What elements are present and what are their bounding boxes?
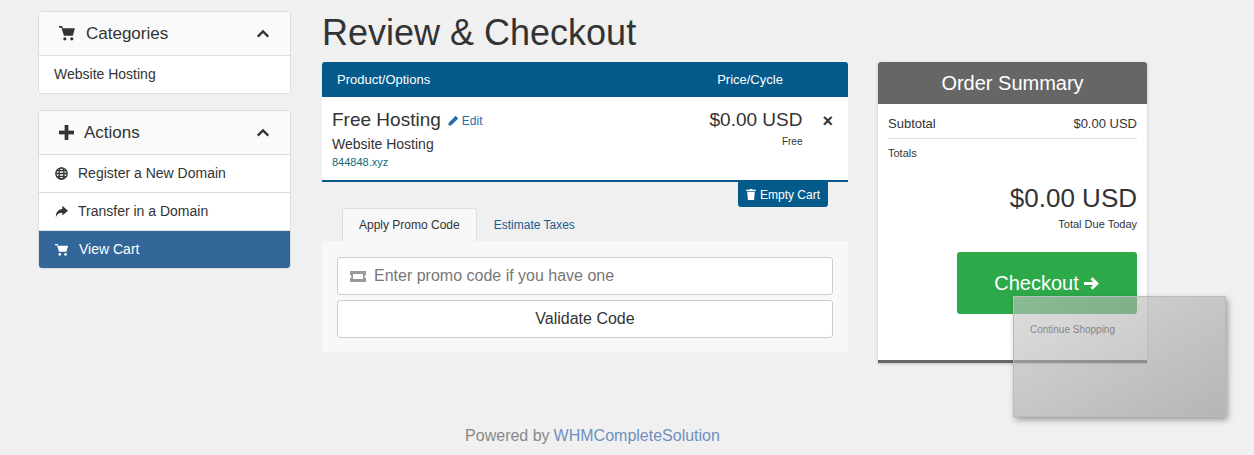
total-caption: Total Due Today <box>1058 217 1137 231</box>
globe-icon <box>55 167 68 180</box>
edit-link[interactable]: Edit <box>447 112 483 130</box>
subtotal-label: Subtotal <box>888 116 936 132</box>
subtotal-value: $0.00 USD <box>1073 116 1137 132</box>
product-group: Website Hosting <box>332 134 667 154</box>
total-value: $0.00 USD <box>1010 183 1137 213</box>
checkout-button[interactable]: Checkout <box>957 252 1137 314</box>
remove-button[interactable]: × <box>822 111 838 131</box>
continue-shopping-link[interactable]: Continue Shopping <box>1030 323 1115 336</box>
arrow-right-icon <box>1083 275 1100 292</box>
pencil-icon <box>447 115 459 127</box>
chevron-up-icon[interactable] <box>256 27 270 41</box>
promo-field[interactable] <box>337 257 833 295</box>
promo-panel: Validate Code <box>322 241 848 352</box>
panel-header[interactable]: Categories <box>39 12 290 55</box>
plus-icon <box>59 125 74 140</box>
sidebar-item[interactable]: Transfer in a Domain <box>39 192 290 230</box>
product-name: Free Hosting <box>332 107 441 133</box>
sidebar-item[interactable]: Website Hosting <box>39 55 290 93</box>
tab[interactable]: Apply Promo Code <box>342 208 477 241</box>
domain-link[interactable]: 844848.xyz <box>332 154 667 170</box>
cycle: Free <box>782 135 803 149</box>
sidebar-item[interactable]: View Cart <box>39 230 290 268</box>
summary-header: Order Summary <box>878 62 1147 104</box>
order-summary: Order Summary Subtotal $0.00 USD Totals $0.0… <box>878 62 1147 363</box>
trash-icon <box>746 189 756 200</box>
cart-icon <box>59 25 76 42</box>
share-arrow-icon <box>55 205 68 218</box>
totals-label: Totals <box>888 146 1137 160</box>
sidebar-panel: CategoriesWebsite Hosting <box>38 11 291 94</box>
watermark <box>1013 296 1226 417</box>
cart-header: Product/OptionsPrice/Cycle <box>322 62 848 97</box>
sidebar-item[interactable]: Register a New Domain <box>39 154 290 192</box>
promo-input[interactable] <box>374 264 820 288</box>
footer-link[interactable]: WHMCompleteSolution <box>554 426 720 446</box>
panel-header[interactable]: Actions <box>39 111 290 154</box>
price: $0.00 USD <box>710 107 803 133</box>
validate-button[interactable]: Validate Code <box>337 300 833 338</box>
page-title: Review & Checkout <box>322 11 848 54</box>
tab-bar: Apply Promo CodeEstimate Taxes <box>322 208 848 241</box>
ticket-icon <box>350 271 366 282</box>
chevron-up-icon[interactable] <box>256 126 270 140</box>
footer-text: Powered by <box>465 426 550 446</box>
cart-icon <box>55 243 69 257</box>
tab[interactable]: Estimate Taxes <box>477 208 592 241</box>
empty-cart-button[interactable]: Empty Cart <box>738 182 828 207</box>
cart-row: Free Hosting Edit Website Hosting844848.xy… <box>322 97 848 182</box>
sidebar-panel: ActionsRegister a New DomainTransfer in … <box>38 110 291 269</box>
